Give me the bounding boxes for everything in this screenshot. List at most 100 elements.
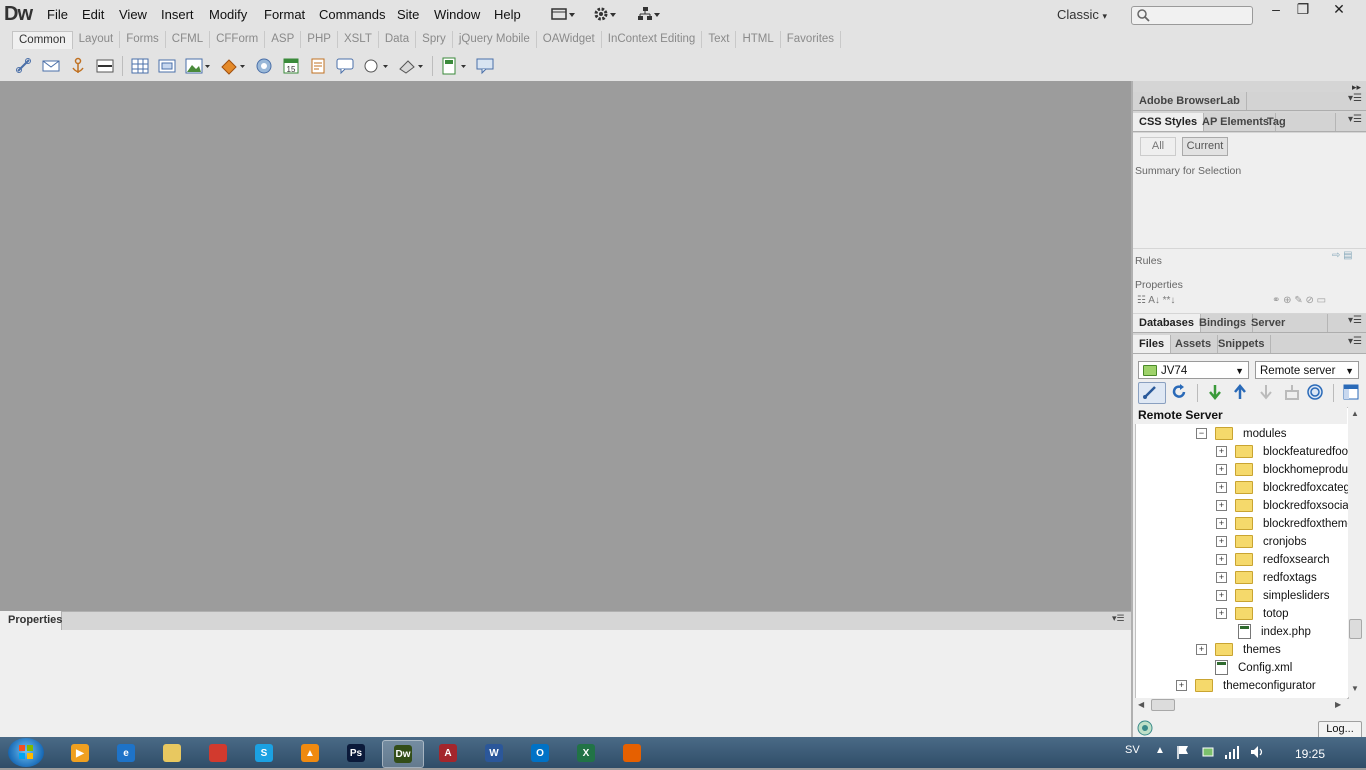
tab-asp[interactable]: ASP — [265, 31, 302, 48]
tab-server-behaviors[interactable]: Server Behaviors — [1245, 314, 1328, 332]
site-manager-icon[interactable] — [638, 7, 662, 23]
menu-insert[interactable]: Insert — [161, 7, 194, 22]
restore-button[interactable]: ❐ — [1288, 1, 1318, 21]
taskbar-excel-button[interactable]: X — [566, 740, 606, 766]
expand-view-icon[interactable] — [1343, 384, 1359, 403]
tab-files[interactable]: Files — [1133, 335, 1172, 353]
tag-chooser-icon[interactable] — [475, 56, 495, 76]
taskbar-internet-explorer-button[interactable]: e — [106, 740, 146, 766]
css-mode-current[interactable]: Current — [1182, 137, 1228, 156]
collapse-icon[interactable]: − — [1196, 428, 1207, 440]
tab-favorites[interactable]: Favorites — [781, 31, 842, 48]
tree-row-redfoxsearch[interactable]: + redfoxsearch — [1216, 551, 1329, 569]
tree-row-themeconfigurator[interactable]: + themeconfigurator — [1176, 677, 1316, 695]
view-select[interactable]: Remote server ▼ — [1255, 361, 1359, 379]
usb-icon[interactable] — [1200, 744, 1216, 763]
email-link-icon[interactable] — [41, 56, 61, 76]
close-button[interactable]: ✕ — [1324, 1, 1354, 21]
taskbar-access-button[interactable]: A — [428, 740, 468, 766]
tab-jquery-mobile[interactable]: jQuery Mobile — [453, 31, 537, 48]
tree-row-simplesliders[interactable]: + simplesliders — [1216, 587, 1329, 605]
scroll-down-icon[interactable]: ▼ — [1351, 684, 1359, 693]
expand-icon[interactable]: + — [1196, 644, 1207, 656]
get-files-icon[interactable] — [1206, 383, 1224, 404]
panel-menu-icon[interactable]: ▾☰ — [1348, 93, 1362, 104]
taskbar-firefox-button[interactable] — [612, 740, 652, 766]
tab-cfform[interactable]: CFForm — [210, 31, 266, 48]
document-area[interactable] — [0, 81, 1131, 611]
taskbar-skype-button[interactable]: S — [244, 740, 284, 766]
expand-icon[interactable]: + — [1176, 680, 1187, 692]
tab-oawidget[interactable]: OAWidget — [537, 31, 602, 48]
tree-row-cronjobs[interactable]: + cronjobs — [1216, 533, 1306, 551]
put-files-icon[interactable] — [1231, 383, 1249, 404]
tab-html[interactable]: HTML — [736, 31, 781, 48]
tree-row-config-xml[interactable]: Config.xml — [1215, 659, 1292, 677]
taskbar-chrome-button[interactable] — [198, 740, 238, 766]
expand-icon[interactable]: + — [1216, 590, 1227, 602]
rule-view-icon[interactable]: ⇨ ▤ — [1332, 250, 1353, 261]
templates-icon[interactable] — [440, 56, 468, 76]
widget-icon[interactable] — [254, 56, 274, 76]
properties-tab[interactable]: Properties — [0, 611, 62, 630]
language-indicator[interactable]: SV — [1125, 744, 1140, 756]
tab-spry[interactable]: Spry — [416, 31, 453, 48]
panel-menu-icon[interactable]: ▾☰ — [1348, 114, 1362, 125]
media-icon[interactable] — [219, 56, 247, 76]
workspace-switcher[interactable]: Classic ▾ — [1057, 7, 1107, 22]
menu-format[interactable]: Format — [264, 7, 305, 22]
menu-help[interactable]: Help — [494, 7, 521, 22]
tab-layout[interactable]: Layout — [73, 31, 121, 48]
panel-menu-icon[interactable]: ▾☰ — [1112, 613, 1125, 624]
tab-xslt[interactable]: XSLT — [338, 31, 379, 48]
help-search-input[interactable] — [1131, 6, 1253, 25]
menu-modify[interactable]: Modify — [209, 7, 247, 22]
panel-menu-icon[interactable]: ▾☰ — [1348, 315, 1362, 326]
menu-window[interactable]: Window — [434, 7, 480, 22]
tree-row-themes[interactable]: + themes — [1196, 641, 1281, 659]
tab-forms[interactable]: Forms — [120, 31, 166, 48]
taskbar-file-explorer-button[interactable] — [152, 740, 192, 766]
tab-data[interactable]: Data — [379, 31, 417, 48]
menu-file[interactable]: File — [47, 7, 68, 22]
expand-icon[interactable]: + — [1216, 446, 1227, 458]
tab-assets[interactable]: Assets — [1169, 335, 1219, 353]
head-icon[interactable] — [362, 56, 390, 76]
css-actions-icon[interactable]: ⚭ ⊕ ✎ ⊘ ▭ — [1272, 295, 1326, 306]
taskbar-dreamweaver-button[interactable]: Dw — [382, 740, 424, 768]
expand-icon[interactable]: + — [1216, 518, 1227, 530]
date-icon[interactable]: 15 — [281, 56, 301, 76]
tab-snippets[interactable]: Snippets — [1212, 335, 1272, 353]
insert-div-icon[interactable] — [157, 56, 177, 76]
check-in-icon[interactable] — [1283, 383, 1301, 404]
comment-icon[interactable] — [335, 56, 355, 76]
minimize-button[interactable]: – — [1261, 1, 1291, 21]
expand-icon[interactable]: + — [1216, 464, 1227, 476]
table-icon[interactable] — [130, 56, 150, 76]
script-icon[interactable] — [397, 56, 425, 76]
tree-row-blockfeaturedfoot[interactable]: + blockfeaturedfoot — [1216, 443, 1351, 461]
tab-common[interactable]: Common — [12, 31, 73, 49]
tree-row-index-php[interactable]: index.php — [1238, 623, 1311, 641]
check-out-icon[interactable] — [1257, 383, 1275, 404]
taskbar-word-button[interactable]: W — [474, 740, 514, 766]
menu-commands[interactable]: Commands — [319, 7, 385, 22]
server-side-include-icon[interactable] — [308, 56, 328, 76]
taskbar-media-player-button[interactable]: ▶ — [60, 740, 100, 766]
flag-icon[interactable] — [1176, 744, 1190, 763]
expand-icon[interactable]: + — [1216, 482, 1227, 494]
tree-row-blockhomeproduct[interactable]: + blockhomeproduct — [1216, 461, 1357, 479]
gear-icon[interactable] — [594, 7, 618, 23]
synchronize-icon[interactable] — [1306, 383, 1324, 404]
named-anchor-icon[interactable] — [68, 56, 88, 76]
expand-icon[interactable]: + — [1216, 500, 1227, 512]
site-select[interactable]: JV74 ▼ — [1138, 361, 1249, 379]
tree-row-redfoxtags[interactable]: + redfoxtags — [1216, 569, 1317, 587]
tab-cfml[interactable]: CFML — [166, 31, 211, 48]
images-icon[interactable] — [184, 56, 212, 76]
taskbar-photoshop-button[interactable]: Ps — [336, 740, 376, 766]
tab-css-styles[interactable]: CSS Styles — [1133, 113, 1205, 131]
tree-horizontal-scrollbar[interactable]: ◀ ▶ — [1135, 698, 1347, 712]
tree-row-modules[interactable]: − modules — [1196, 425, 1286, 443]
tab-incontext-editing[interactable]: InContext Editing — [602, 31, 703, 48]
